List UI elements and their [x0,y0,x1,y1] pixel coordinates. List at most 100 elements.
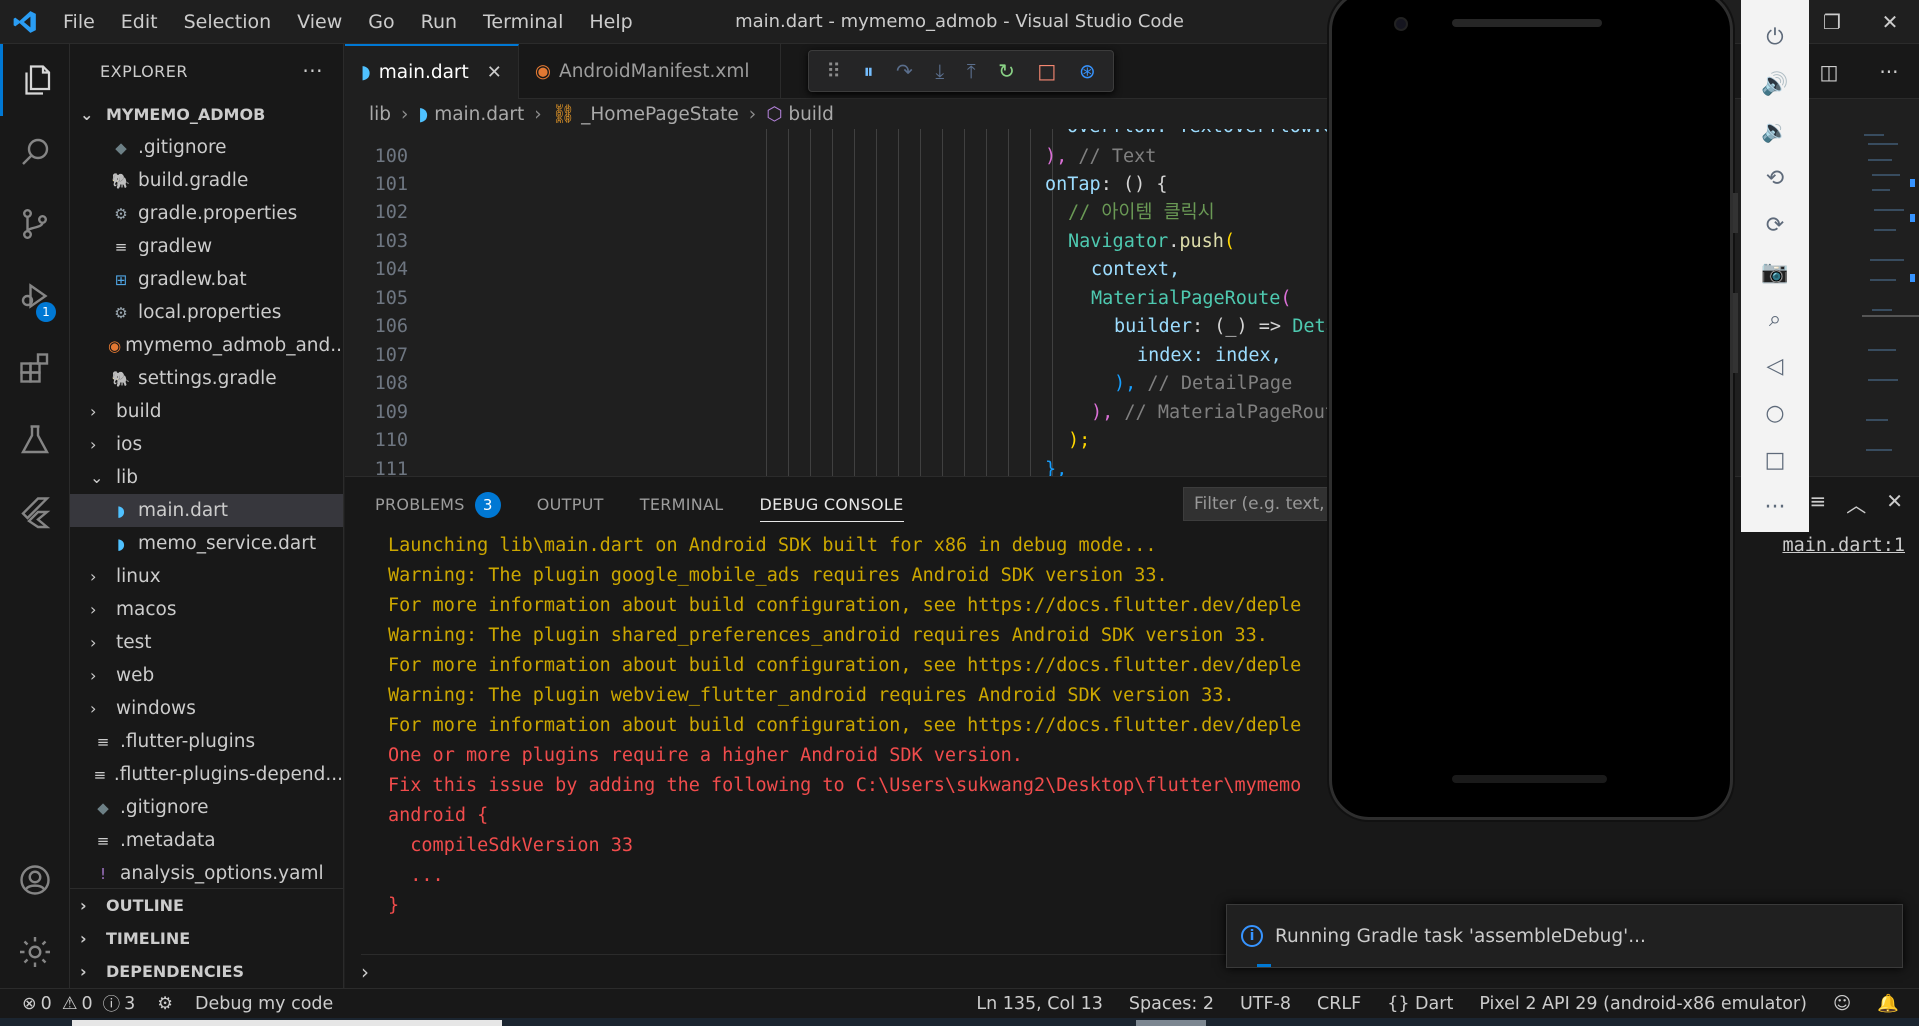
step-over-icon[interactable]: ↷ [896,59,913,83]
breadcrumb-item[interactable]: main.dart [434,104,524,125]
folder-lib[interactable]: ⌄ lib [70,461,343,494]
menu-file[interactable]: File [50,0,108,44]
file-item[interactable]: ◆ .gitignore [70,131,343,164]
maximize-panel-icon[interactable]: ︿ [1846,489,1866,518]
file-item[interactable]: ⊞ gradlew.bat [70,263,343,296]
file-item[interactable]: ⚙ local.properties [70,296,343,329]
folder-item[interactable]: › test [70,626,343,659]
notification-toast[interactable]: i Running Gradle task 'assembleDebug'... [1226,904,1903,968]
volume-up-icon[interactable]: 🔊 [1761,61,1788,108]
tab-problems[interactable]: PROBLEMS 3 [375,477,501,532]
restart-icon[interactable]: ↻ [998,59,1015,83]
menu-help[interactable]: Help [576,0,645,44]
search-icon[interactable] [0,116,70,188]
power-icon[interactable]: ⏻ [1766,14,1783,61]
stop-icon[interactable]: □ [1037,59,1056,83]
more-actions-icon[interactable]: ··· [1879,60,1898,84]
chevron-right-icon: › [80,896,87,915]
extensions-icon[interactable] [0,332,70,404]
problems-status[interactable]: ⊗ 0 ⚠ 0 ⓘ 3 [22,991,135,1016]
file-item[interactable]: ! analysis_options.yaml [70,857,343,890]
home-icon[interactable]: ○ [1765,390,1784,437]
run-debug-icon[interactable]: 1 [0,260,70,332]
close-window-icon[interactable]: ✕ [1861,0,1919,44]
menu-selection[interactable]: Selection [171,0,285,44]
file-item[interactable]: 🐘 settings.gradle [70,362,343,395]
file-main-dart[interactable]: ◗ main.dart [70,494,343,527]
sidebar-section[interactable]: › DEPENDENCIES [70,955,344,988]
folder-item[interactable]: › web [70,659,343,692]
file-item[interactable]: ≡ .flutter-plugins-depend... [70,758,343,791]
flutter-icon[interactable] [0,476,70,548]
menu-view[interactable]: View [284,0,355,44]
file-memo-service-dart[interactable]: ◗ memo_service.dart [70,527,343,560]
device-selector[interactable]: Pixel 2 API 29 (android-x86 emulator) [1479,994,1807,1014]
tab-main-dart[interactable]: ◗ main.dart ✕ [345,44,519,99]
breadcrumb-item[interactable]: lib [369,104,391,125]
tab-debug-console[interactable]: DEBUG CONSOLE [759,477,904,532]
file-item[interactable]: ≡ gradlew [70,230,343,263]
more-options-icon[interactable]: ··· [1765,484,1786,531]
close-panel-icon[interactable]: ✕ [1886,489,1903,518]
line-ending[interactable]: CRLF [1317,994,1361,1014]
android-emulator-screen[interactable] [1329,0,1738,820]
breadcrumb-item[interactable]: build [788,104,834,125]
folder-item[interactable]: › linux [70,560,343,593]
pause-icon[interactable]: ⏸ [863,59,873,83]
cursor-position[interactable]: Ln 135, Col 13 [976,994,1103,1014]
menu-edit[interactable]: Edit [108,0,171,44]
tab-android-manifest[interactable]: ◉ AndroidManifest.xml [519,44,781,99]
menu-go[interactable]: Go [355,0,407,44]
file-type-icon: ⚙ [114,204,128,223]
flutter-inspector-icon[interactable]: ⊛ [1079,59,1096,83]
folder-item[interactable]: › build [70,395,343,428]
file-label: mymemo_admob_and... [125,335,343,356]
breadcrumb-item[interactable]: _HomePageState [581,104,739,125]
account-icon[interactable] [0,844,70,916]
file-item[interactable]: ⚙ gradle.properties [70,197,343,230]
debug-config[interactable]: Debug my code [195,994,333,1014]
folder-item[interactable]: › ios [70,428,343,461]
minimap[interactable] [1862,129,1919,476]
project-root[interactable]: ⌄ MYMEMO_ADMOB [70,98,343,131]
back-icon[interactable]: ◁ [1767,343,1784,390]
language-mode[interactable]: {} Dart [1387,994,1453,1014]
source-control-icon[interactable] [0,188,70,260]
file-item[interactable]: ≡ .flutter-plugins [70,725,343,758]
file-item[interactable]: 🐘 build.gradle [70,164,343,197]
zoom-icon[interactable]: ⌕ [1769,296,1781,343]
menu-run[interactable]: Run [408,0,470,44]
tab-output[interactable]: OUTPUT [537,477,604,532]
menu-terminal[interactable]: Terminal [470,0,576,44]
notifications-bell-icon[interactable]: 🔔 [1877,994,1899,1014]
explorer-icon[interactable] [0,44,70,116]
more-actions-icon[interactable]: ··· [302,59,323,83]
restore-icon[interactable]: ❐ [1803,0,1861,44]
file-item[interactable]: ◆ .gitignore [70,791,343,824]
clear-console-icon[interactable]: ≡ [1809,489,1826,518]
source-link[interactable]: main.dart:1 [1782,535,1905,556]
drag-handle-icon[interactable]: ⠿ [826,59,841,83]
step-out-icon[interactable]: ⤒ [967,59,976,83]
close-tab-icon[interactable]: ✕ [487,62,502,83]
screenshot-camera-icon[interactable]: 📷 [1761,249,1788,296]
sidebar-section[interactable]: › OUTLINE [70,889,344,922]
split-editor-icon[interactable]: ◫ [1820,60,1839,84]
file-item[interactable]: ◉ mymemo_admob_and... [70,329,343,362]
tab-terminal[interactable]: TERMINAL [640,477,724,532]
dart-file-icon: ◗ [361,62,371,83]
indentation[interactable]: Spaces: 2 [1129,994,1214,1014]
volume-down-icon[interactable]: 🔉 [1761,108,1788,155]
rotate-left-icon[interactable]: ⟲ [1766,155,1784,202]
manage-gear-icon[interactable] [0,916,70,988]
file-item[interactable]: ≡ .metadata [70,824,343,857]
folder-item[interactable]: › windows [70,692,343,725]
overview-icon[interactable]: □ [1765,437,1786,484]
folder-item[interactable]: › macos [70,593,343,626]
sidebar-section[interactable]: › TIMELINE [70,922,344,955]
step-into-icon[interactable]: ⤓ [935,59,944,83]
encoding[interactable]: UTF-8 [1240,994,1291,1014]
rotate-right-icon[interactable]: ⟳ [1766,202,1784,249]
testing-icon[interactable] [0,404,70,476]
feedback-icon[interactable]: ☺ [1833,994,1851,1014]
